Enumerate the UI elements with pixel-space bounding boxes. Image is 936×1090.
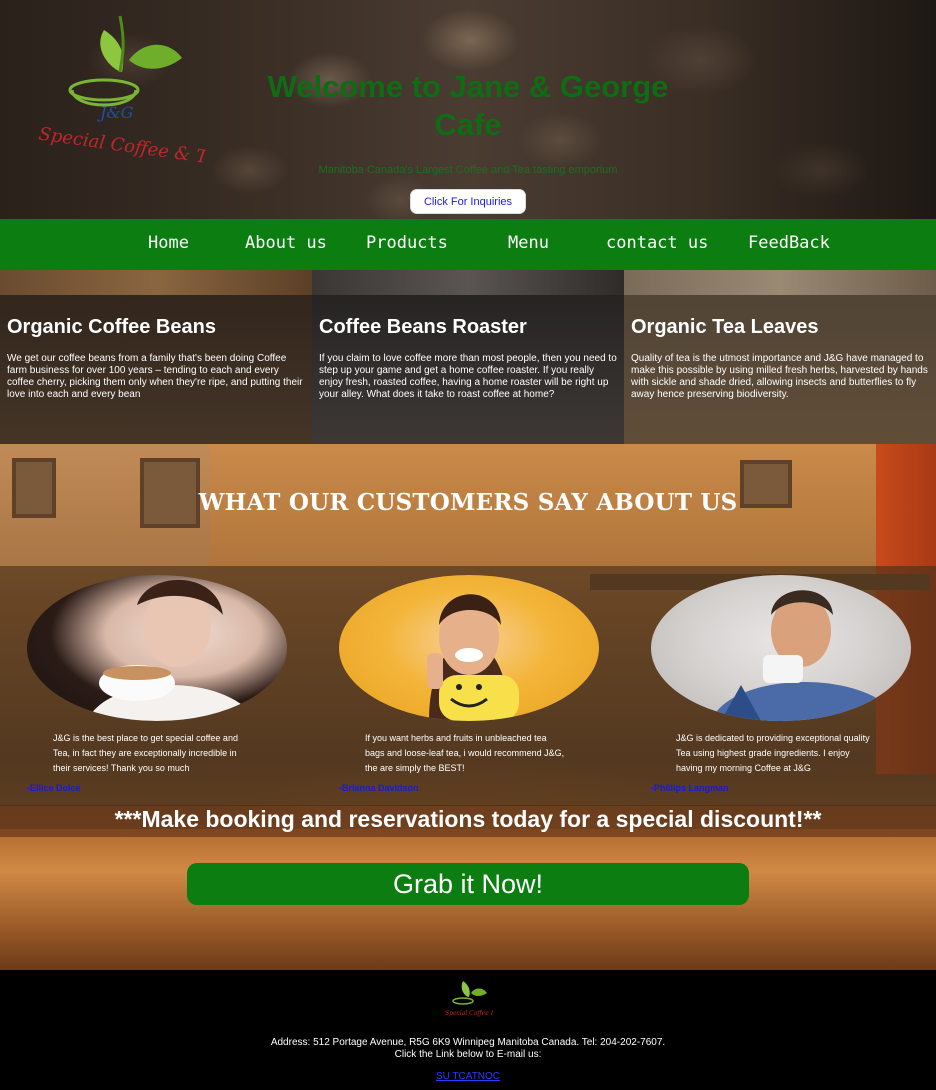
feature-text: Quality of tea is the utmost importance … bbox=[631, 353, 928, 400]
feature-image bbox=[624, 270, 936, 295]
nav-contact[interactable]: contact us bbox=[606, 233, 708, 253]
feature-card: Organic Coffee Beans We get our coffee b… bbox=[0, 270, 312, 444]
footer-logo-icon: Special Coffee & Tea bbox=[445, 981, 493, 1017]
feature-text: If you claim to love coffee more than mo… bbox=[319, 353, 617, 400]
customer-photo bbox=[27, 575, 287, 721]
woman-sipping-icon bbox=[87, 579, 257, 721]
promo-text: ***Make booking and reservations today f… bbox=[114, 806, 822, 832]
feature-title: Organic Tea Leaves bbox=[631, 316, 819, 338]
email-prompt: Click the Link below to E-mail us: bbox=[394, 1049, 542, 1060]
feature-title: Organic Coffee Beans bbox=[7, 316, 216, 338]
nav-feedback[interactable]: FeedBack bbox=[748, 233, 830, 253]
feature-card: Coffee Beans Roaster If you claim to lov… bbox=[312, 270, 624, 444]
nav-about[interactable]: About us bbox=[245, 233, 327, 253]
footer-address: Address: 512 Portage Avenue, R5G 6K9 Win… bbox=[0, 1037, 936, 1061]
testimonial-text: J&G is the best place to get special cof… bbox=[53, 733, 238, 773]
hero-banner: J&G Special Coffee & Tea Welcome to Jane… bbox=[0, 0, 936, 219]
inquiries-button[interactable]: Click For Inquiries bbox=[410, 189, 526, 214]
testimonial-author: -Phillips Langman bbox=[651, 783, 729, 793]
page-title: Welcome to Jane & George Cafe bbox=[267, 69, 669, 142]
testimonial-text: J&G is dedicated to providing exceptiona… bbox=[676, 733, 870, 773]
nav-products[interactable]: Products bbox=[366, 233, 448, 253]
nav-home[interactable]: Home bbox=[148, 233, 189, 253]
customer-photo bbox=[651, 575, 911, 721]
customer-photo bbox=[339, 575, 599, 721]
address-line: Address: 512 Portage Avenue, R5G 6K9 Win… bbox=[270, 1037, 666, 1048]
logo-icon[interactable]: J&G Special Coffee & Tea bbox=[34, 10, 206, 178]
feature-title: Coffee Beans Roaster bbox=[319, 316, 527, 338]
feature-image bbox=[312, 270, 624, 295]
footer: Special Coffee & Tea Address: 512 Portag… bbox=[0, 970, 936, 1090]
svg-text:Special Coffee & Tea: Special Coffee & Tea bbox=[37, 124, 206, 171]
testimonial-author: -Brianna Davidson bbox=[339, 783, 419, 793]
contact-email-link[interactable]: SU TCATNOC bbox=[0, 1071, 936, 1082]
svg-text:Special Coffee & Tea: Special Coffee & Tea bbox=[445, 1010, 493, 1017]
feature-text: We get our coffee beans from a family th… bbox=[7, 353, 303, 400]
nav-menu[interactable]: Menu bbox=[508, 233, 549, 253]
woman-smiley-mug-icon bbox=[427, 594, 519, 721]
svg-text:J&G: J&G bbox=[97, 103, 134, 122]
grab-it-now-button[interactable]: Grab it Now! bbox=[187, 863, 749, 905]
man-drinking-icon bbox=[711, 590, 901, 721]
testimonial-author: -Ellice Dolce bbox=[27, 783, 81, 793]
hero-subtitle: Manitoba Canada's Largest Coffee and Tea… bbox=[318, 164, 618, 176]
feature-card: Organic Tea Leaves Quality of tea is the… bbox=[624, 270, 936, 444]
features-section: Organic Coffee Beans We get our coffee b… bbox=[0, 270, 936, 444]
main-nav: Home About us Products Menu contact us F… bbox=[0, 219, 936, 270]
testimonials-heading: WHAT OUR CUSTOMERS SAY ABOUT US bbox=[198, 489, 738, 516]
testimonial-text: If you want herbs and fruits in unbleach… bbox=[365, 733, 565, 773]
feature-image bbox=[0, 270, 312, 295]
